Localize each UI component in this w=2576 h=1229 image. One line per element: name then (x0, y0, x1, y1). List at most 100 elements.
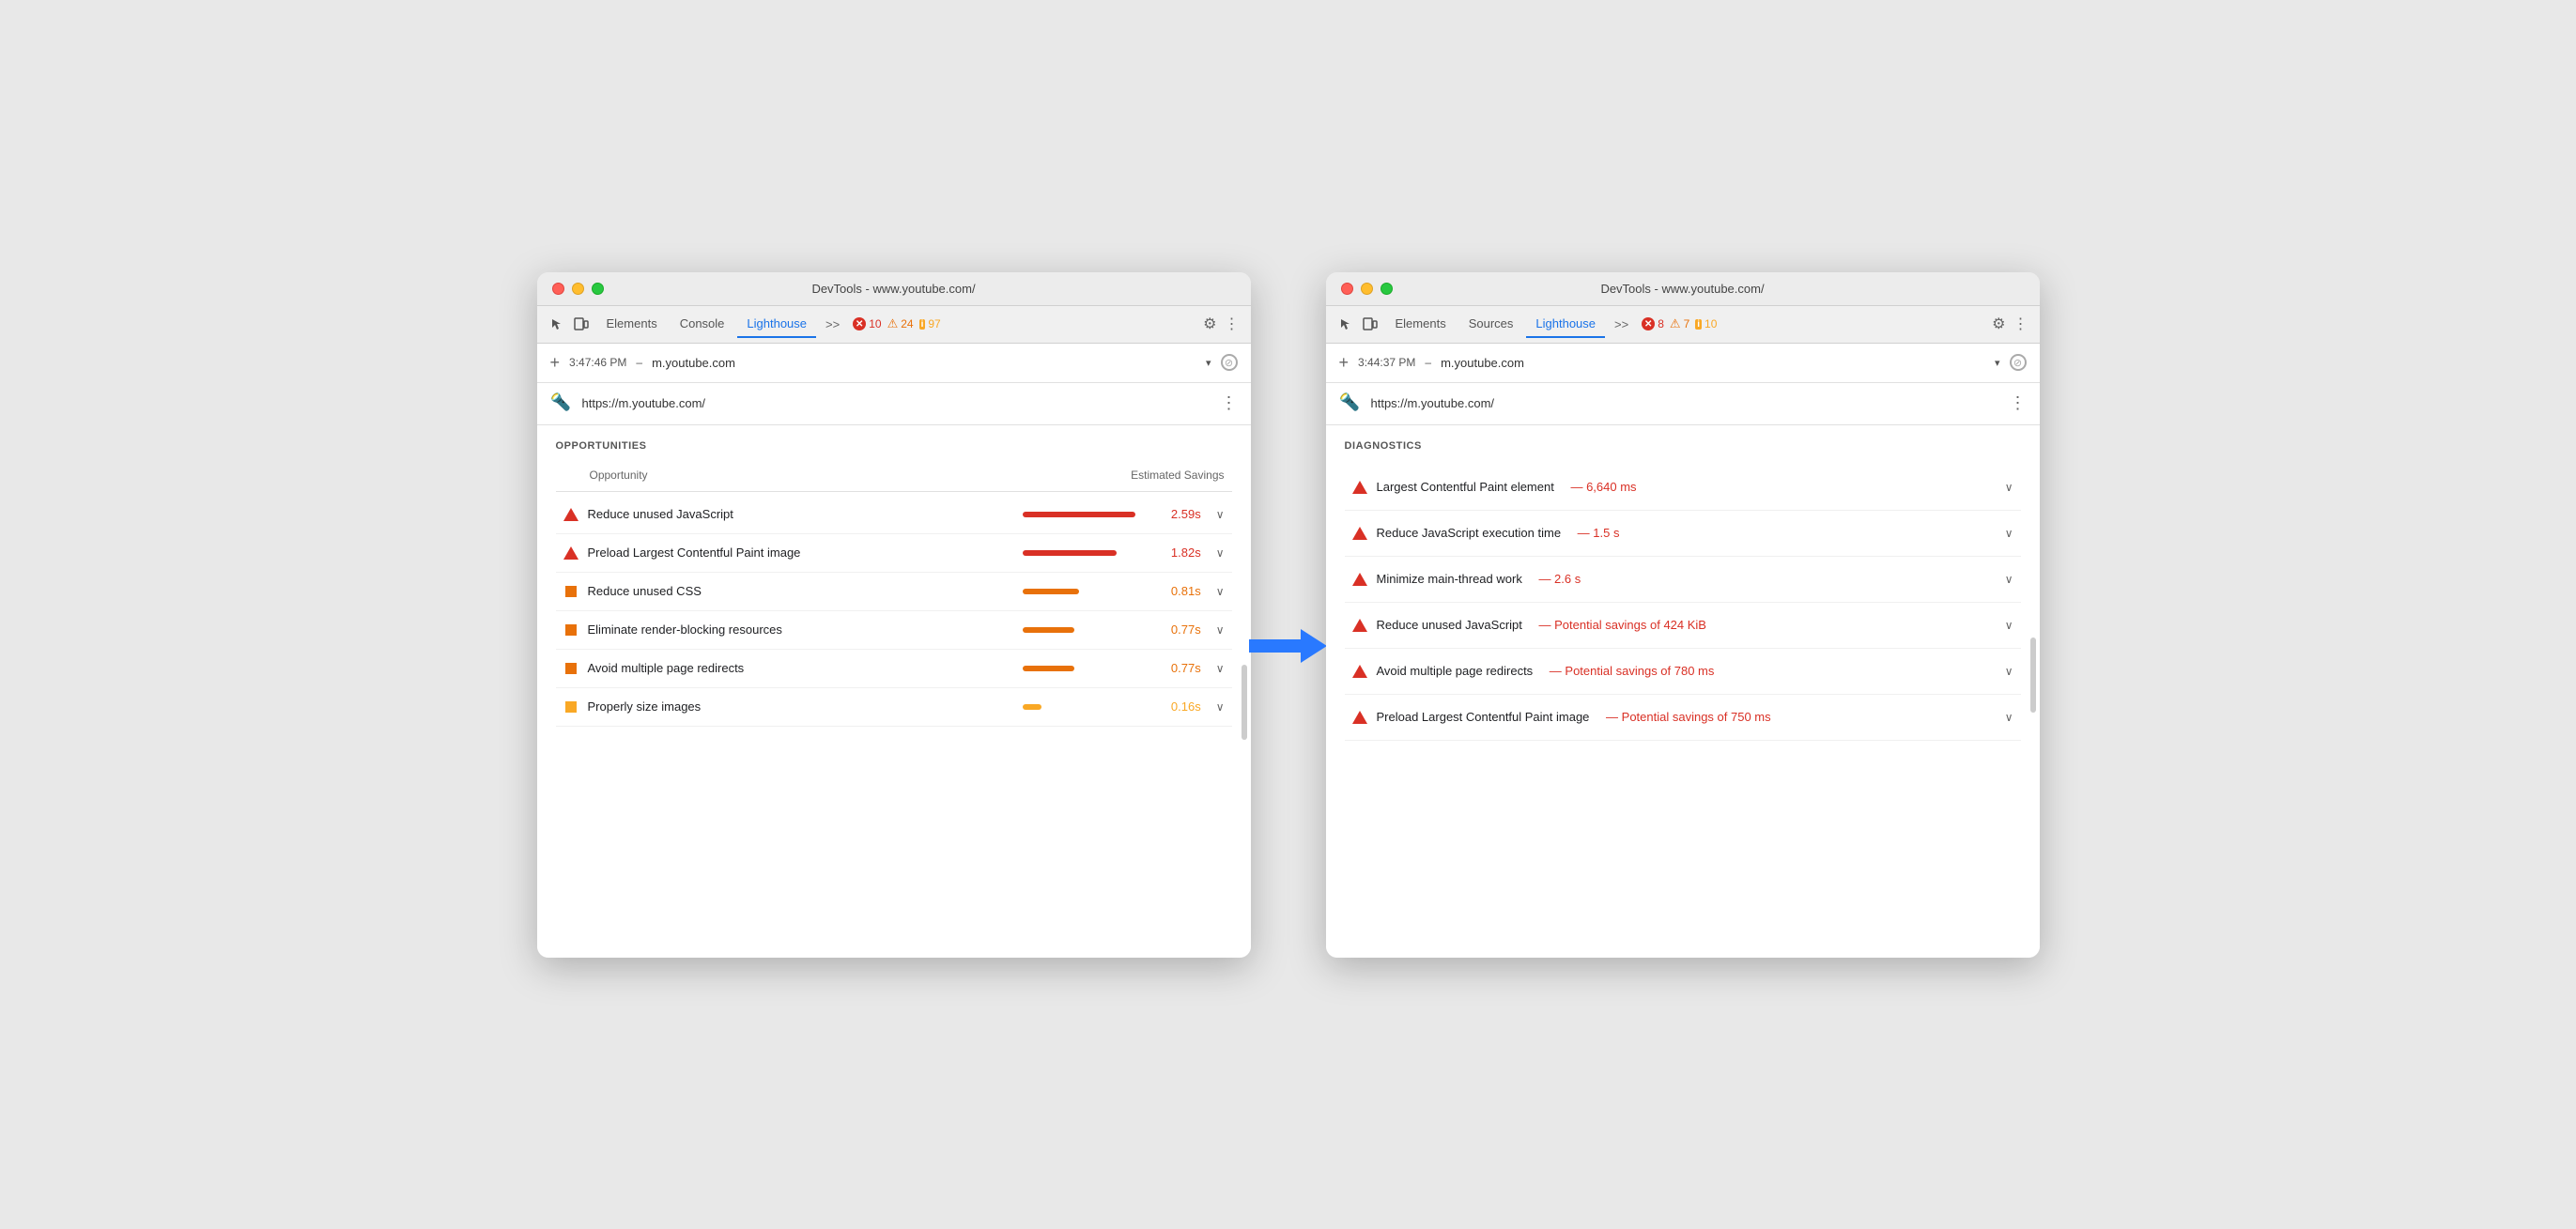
arrow-head (1301, 629, 1327, 663)
col-savings: Estimated Savings (1131, 469, 1224, 482)
traffic-lights-left (552, 283, 604, 295)
tab-more-left[interactable]: >> (820, 317, 845, 331)
tab-elements-right[interactable]: Elements (1386, 311, 1456, 338)
settings-group-left[interactable]: ⚙ ⋮ (1203, 315, 1239, 333)
minimize-button[interactable] (572, 283, 584, 295)
url-more-left[interactable]: ⋮ (1221, 393, 1238, 413)
settings-group-right[interactable]: ⚙ ⋮ (1992, 315, 2028, 333)
diag-chevron-1[interactable]: ∨ (2005, 481, 2013, 494)
audit-row-1[interactable]: Reduce unused JavaScript 2.59s ∨ (556, 496, 1232, 534)
maximize-button-right[interactable] (1381, 283, 1393, 295)
audit-savings-1: 2.59s (1164, 507, 1201, 521)
url-text-right: https://m.youtube.com/ (1371, 396, 2000, 410)
add-tab-right[interactable]: + (1339, 353, 1350, 373)
diag-savings-5: — Potential savings of 780 ms (1546, 664, 1714, 678)
maximize-button[interactable] (592, 283, 604, 295)
audit-bar-container-3 (1023, 589, 1154, 594)
tab-sources-right[interactable]: Sources (1459, 311, 1523, 338)
tab-console-left[interactable]: Console (671, 311, 734, 338)
chevron-1[interactable]: ∨ (1216, 508, 1225, 521)
error-icon-left: ✕ (853, 317, 866, 330)
section-title-right: DIAGNOSTICS (1345, 440, 2021, 452)
scrollbar-right[interactable] (2030, 638, 2036, 713)
settings-icon-right[interactable]: ⚙ (1992, 315, 2005, 333)
settings-icon-left[interactable]: ⚙ (1203, 315, 1216, 333)
chevron-3[interactable]: ∨ (1216, 585, 1225, 598)
icon-triangle-red-2 (563, 545, 578, 561)
badge-group-left: ✕ 10 ⚠ 24 i 97 (853, 316, 941, 331)
diag-icon-2 (1352, 526, 1367, 541)
audit-bar-container-4 (1023, 627, 1154, 633)
diag-chevron-4[interactable]: ∨ (2005, 619, 2013, 632)
minimize-button-right[interactable] (1361, 283, 1373, 295)
no-icon-right[interactable]: ⊘ (2010, 354, 2027, 371)
audit-row-2[interactable]: Preload Largest Contentful Paint image 1… (556, 534, 1232, 573)
diag-icon-5 (1352, 664, 1367, 679)
chevron-2[interactable]: ∨ (1216, 546, 1225, 560)
audit-bar-container-6 (1023, 704, 1154, 710)
chevron-4[interactable]: ∨ (1216, 623, 1225, 637)
tab-lighthouse-right[interactable]: Lighthouse (1526, 311, 1605, 338)
diag-chevron-5[interactable]: ∨ (2005, 665, 2013, 678)
diag-chevron-3[interactable]: ∨ (2005, 573, 2013, 586)
add-tab-left[interactable]: + (550, 353, 561, 373)
address-dropdown-right[interactable]: ▾ (1995, 357, 2000, 369)
arrow-container (1251, 629, 1326, 663)
more-icon-right[interactable]: ⋮ (2013, 315, 2028, 333)
audit-bar-container-1 (1023, 512, 1154, 517)
audit-bar-1 (1023, 512, 1135, 517)
address-time-right: 3:44:37 PM (1358, 356, 1415, 369)
diag-row-2[interactable]: Reduce JavaScript execution time — 1.5 s… (1345, 511, 2021, 557)
audit-label-4: Eliminate render-blocking resources (588, 622, 1013, 637)
close-button[interactable] (552, 283, 564, 295)
diag-value-1: — 6,640 ms (1567, 480, 1637, 494)
url-more-right[interactable]: ⋮ (2010, 393, 2027, 413)
right-content: DIAGNOSTICS Largest Contentful Paint ele… (1326, 425, 2040, 958)
diag-row-1[interactable]: Largest Contentful Paint element — 6,640… (1345, 465, 2021, 511)
diag-row-4[interactable]: Reduce unused JavaScript — Potential sav… (1345, 603, 2021, 649)
more-icon-left[interactable]: ⋮ (1225, 315, 1240, 333)
scrollbar-left[interactable] (1242, 665, 1247, 740)
device-icon[interactable] (573, 315, 590, 332)
chevron-5[interactable]: ∨ (1216, 662, 1225, 675)
right-devtools-window: DevTools - www.youtube.com/ Elements Sou… (1326, 272, 2040, 958)
audit-label-2: Preload Largest Contentful Paint image (588, 545, 1013, 560)
audit-row-5[interactable]: Avoid multiple page redirects 0.77s ∨ (556, 650, 1232, 688)
cursor-icon[interactable] (548, 315, 565, 332)
left-tab-bar: Elements Console Lighthouse >> ✕ 10 ⚠ 24… (537, 306, 1251, 344)
diag-row-6[interactable]: Preload Largest Contentful Paint image —… (1345, 695, 2021, 741)
close-button-right[interactable] (1341, 283, 1353, 295)
diag-chevron-2[interactable]: ∨ (2005, 527, 2013, 540)
address-url-right: m.youtube.com (1441, 356, 1985, 370)
audit-bar-container-5 (1023, 666, 1154, 671)
address-dropdown-left[interactable]: ▾ (1206, 357, 1211, 369)
audit-savings-5: 0.77s (1164, 661, 1201, 675)
diag-row-3[interactable]: Minimize main-thread work — 2.6 s ∨ (1345, 557, 2021, 603)
audit-row-3[interactable]: Reduce unused CSS 0.81s ∨ (556, 573, 1232, 611)
diag-icon-1 (1352, 480, 1367, 495)
window-title-right: DevTools - www.youtube.com/ (1600, 282, 1764, 296)
address-sep-left: – (636, 356, 642, 369)
badge-yellow-right: i 10 (1695, 317, 1717, 330)
tab-elements-left[interactable]: Elements (597, 311, 667, 338)
tab-more-right[interactable]: >> (1609, 317, 1634, 331)
chevron-6[interactable]: ∨ (1216, 700, 1225, 714)
audit-row-6[interactable]: Properly size images 0.16s ∨ (556, 688, 1232, 727)
diag-row-5[interactable]: Avoid multiple page redirects — Potentia… (1345, 649, 2021, 695)
error-icon-right: ✕ (1642, 317, 1655, 330)
icon-square-orange-4 (563, 622, 578, 638)
blue-arrow (1249, 629, 1327, 663)
device-icon-right[interactable] (1362, 315, 1379, 332)
audit-row-4[interactable]: Eliminate render-blocking resources 0.77… (556, 611, 1232, 650)
no-icon-left[interactable]: ⊘ (1221, 354, 1238, 371)
diag-icon-6 (1352, 710, 1367, 725)
diag-chevron-6[interactable]: ∨ (2005, 711, 2013, 724)
left-address-bar: + 3:47:46 PM – m.youtube.com ▾ ⊘ (537, 344, 1251, 383)
address-sep-right: – (1425, 356, 1431, 369)
audit-savings-2: 1.82s (1164, 545, 1201, 560)
tab-lighthouse-left[interactable]: Lighthouse (737, 311, 816, 338)
address-time-left: 3:47:46 PM (569, 356, 626, 369)
cursor-icon-right[interactable] (1337, 315, 1354, 332)
traffic-lights-right (1341, 283, 1393, 295)
diag-savings-6: — Potential savings of 750 ms (1602, 710, 1770, 724)
